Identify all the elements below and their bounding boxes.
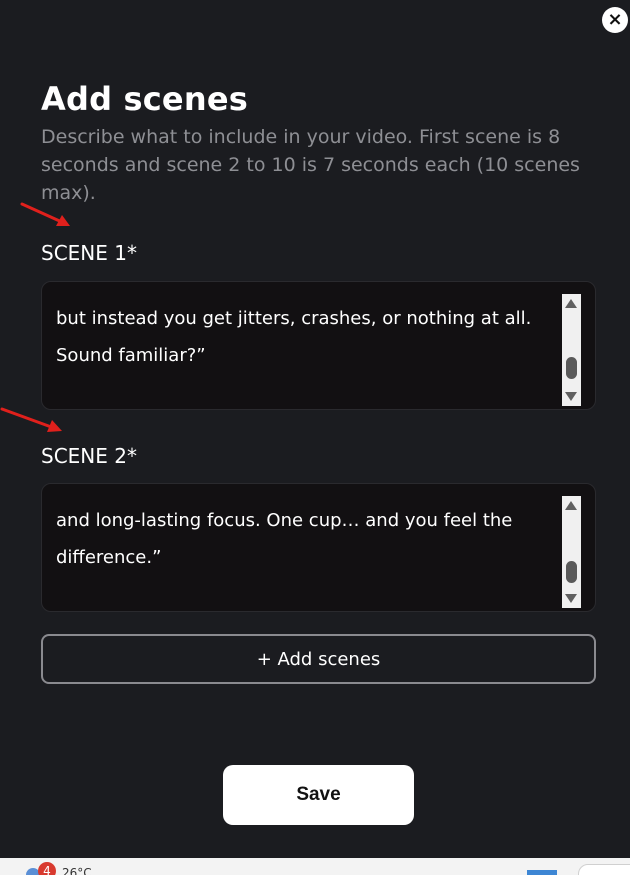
weather-temperature[interactable]: 26°C: [62, 866, 92, 875]
add-scenes-button[interactable]: + Add scenes: [41, 634, 596, 684]
page-title: Add scenes: [41, 80, 248, 118]
annotation-arrow-icon: [0, 407, 62, 432]
scroll-down-icon[interactable]: [565, 594, 577, 603]
save-button[interactable]: Save: [223, 765, 414, 825]
close-icon[interactable]: ×: [602, 7, 628, 33]
scroll-down-icon[interactable]: [565, 392, 577, 401]
scene-1-text[interactable]: but instead you get jitters, crashes, or…: [56, 300, 566, 374]
scroll-thumb[interactable]: [566, 357, 577, 379]
scroll-up-icon[interactable]: [565, 299, 577, 308]
scene-2-textarea[interactable]: and long-lasting focus. One cup… and you…: [41, 483, 596, 612]
scene-2-scrollbar[interactable]: [562, 496, 581, 608]
tray-app-icon[interactable]: [527, 870, 557, 875]
scene-1-textarea[interactable]: but instead you get jitters, crashes, or…: [41, 281, 596, 410]
scene-1-label: SCENE 1*: [41, 241, 137, 265]
modal-description: Describe what to include in your video. …: [41, 126, 580, 204]
annotation-arrow-icon: [20, 202, 70, 226]
add-scenes-modal: × Add scenes Describe what to include in…: [0, 0, 630, 858]
weather-badge: 4: [38, 862, 56, 875]
scene-2-text[interactable]: and long-lasting focus. One cup… and you…: [56, 502, 566, 576]
scroll-up-icon[interactable]: [565, 501, 577, 510]
tray-pill[interactable]: [578, 864, 630, 875]
scroll-thumb[interactable]: [566, 561, 577, 583]
taskbar: 4 26°C: [0, 858, 630, 875]
scene-1-scrollbar[interactable]: [562, 294, 581, 406]
scene-2-label: SCENE 2*: [41, 444, 137, 468]
